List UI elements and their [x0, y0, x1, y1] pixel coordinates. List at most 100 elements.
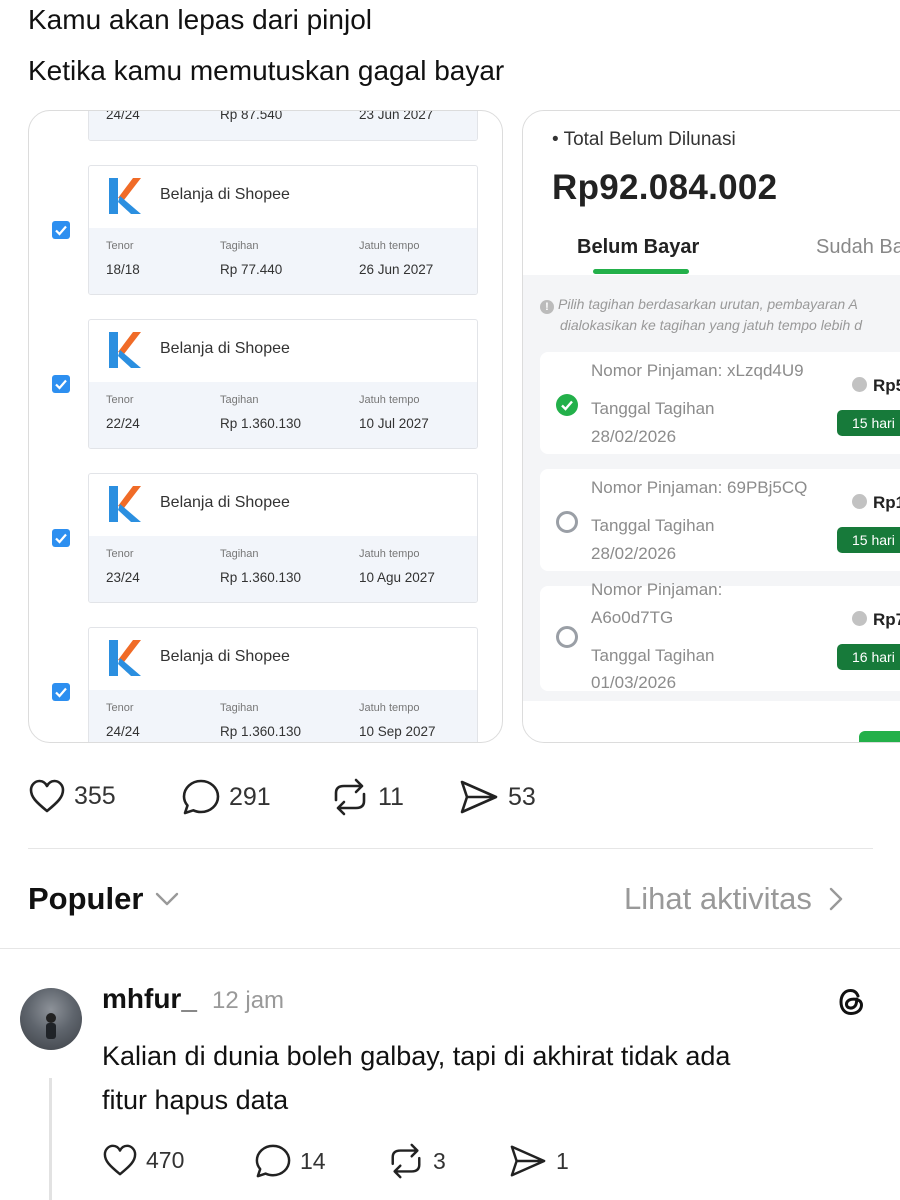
- installment-card[interactable]: Belanja di Shopee Tenor 22/24 Tagihan Rp 1…: [88, 319, 478, 449]
- reply-share-button[interactable]: 1: [508, 1143, 569, 1179]
- repost-count: 11: [378, 782, 404, 811]
- chevron-down-icon: [156, 892, 179, 906]
- installment-card[interactable]: Belanja di Shopee Tenor 18/18 Tagihan Rp 7…: [88, 165, 478, 295]
- hint-line-2: dialokasikan ke tagihan yang jatuh tempo…: [560, 317, 862, 333]
- tab-sudah-bayar[interactable]: Sudah Ba: [816, 236, 900, 259]
- checkbox-checked-icon[interactable]: [52, 683, 70, 701]
- merchant-name: Belanja di Shopee: [160, 340, 290, 357]
- reply-comment-count: 14: [300, 1147, 326, 1174]
- threads-logo-icon[interactable]: [834, 983, 868, 1021]
- divider: [0, 948, 900, 949]
- pay-button[interactable]: [859, 731, 900, 742]
- reply-username[interactable]: mhfur_: [102, 983, 197, 1015]
- jatuh-tempo-value: 10 Jul 2027: [359, 416, 429, 431]
- tagihan-label: Tagihan: [220, 702, 259, 714]
- jatuh-tempo-value: 26 Jun 2027: [359, 262, 434, 277]
- view-activity-link[interactable]: Lihat aktivitas: [624, 881, 843, 917]
- heart-icon: [29, 779, 65, 813]
- tenor-value: 24/24: [106, 724, 140, 739]
- checkbox-checked-icon[interactable]: [52, 221, 70, 239]
- tenor-label: Tenor: [106, 702, 134, 714]
- loan-item[interactable]: Nomor Pinjaman: 69PBj5CQ Tanggal Tagihan…: [540, 469, 900, 571]
- jatuh-tempo-label: Jatuh tempo: [359, 548, 420, 560]
- tagihan-value: Rp 1.360.130: [220, 416, 302, 431]
- repost-icon: [391, 1143, 421, 1179]
- comment-icon: [255, 1144, 291, 1178]
- radio-unselected-icon[interactable]: [556, 626, 578, 648]
- tenor-label: Tenor: [106, 394, 134, 406]
- tenor-label: Tenor: [106, 548, 134, 560]
- loan-amount: Rp1.: [852, 493, 900, 513]
- sort-dropdown[interactable]: Populer: [28, 881, 179, 917]
- reply-like-count: 470: [146, 1146, 185, 1173]
- send-icon: [460, 780, 498, 814]
- loan-item[interactable]: Nomor Pinjaman: A6o0d7TG Tanggal Tagihan…: [540, 580, 900, 692]
- total-label: • Total Belum Dilunasi: [552, 129, 736, 150]
- avatar[interactable]: [20, 988, 82, 1050]
- days-badge: 16 hari: [837, 644, 900, 670]
- allocation-hint: ! Pilih tagihan berdasarkan urutan, pemba…: [540, 294, 900, 336]
- billing-date: 28/02/2026: [591, 544, 677, 563]
- bottom-bar: [523, 701, 900, 742]
- reply-comment-button[interactable]: 14: [254, 1143, 326, 1179]
- reply-repost-count: 3: [433, 1147, 446, 1174]
- like-button[interactable]: 355: [28, 778, 116, 814]
- tagihan-label: Tagihan: [220, 394, 259, 406]
- repost-button[interactable]: 11: [330, 778, 404, 816]
- tagihan-label: Tagihan: [220, 240, 259, 252]
- comment-button[interactable]: 291: [181, 778, 271, 816]
- tenor-value: 23/24: [106, 570, 140, 585]
- repost-icon: [334, 778, 366, 816]
- reply-text: Kalian di dunia boleh galbay, tapi di ak…: [102, 1041, 731, 1115]
- reply-share-count: 1: [556, 1147, 569, 1174]
- installment-card[interactable]: Belanja di Shopee Tenor 24/24 Tagihan Rp 1…: [88, 627, 478, 742]
- total-amount: Rp92.084.002: [552, 168, 778, 207]
- tagihan-value: Rp 1.360.130: [220, 570, 302, 585]
- left-screenshot-image[interactable]: 24/24 Rp 87.540 23 Jun 2027 Belanja di S…: [28, 110, 503, 743]
- post-text-line-2: Ketika kamu memutuskan gagal bayar: [28, 55, 505, 86]
- send-icon: [510, 1145, 546, 1177]
- kredivo-logo-icon: [109, 486, 141, 522]
- loan-number: Nomor Pinjaman: xLzqd4U9: [591, 361, 804, 380]
- help-icon: [852, 377, 867, 392]
- reply-like-button[interactable]: 470: [102, 1143, 184, 1177]
- kredivo-logo-icon: [109, 640, 141, 676]
- tagihan-value: Rp 77.440: [220, 262, 283, 277]
- billing-date: 01/03/2026: [591, 673, 677, 692]
- jatuh-tempo-value: 10 Sep 2027: [359, 724, 436, 739]
- tab-belum-bayar[interactable]: Belum Bayar: [577, 236, 699, 259]
- radio-selected-icon[interactable]: [556, 394, 578, 416]
- jatuh-tempo-label: Jatuh tempo: [359, 702, 420, 714]
- chevron-right-icon: [829, 887, 843, 911]
- tagihan-value: Rp 87.540: [220, 110, 283, 122]
- kredivo-logo-icon: [109, 178, 141, 214]
- tagihan-value: Rp 1.360.130: [220, 724, 302, 739]
- jatuh-tempo-label: Jatuh tempo: [359, 394, 420, 406]
- checkbox-checked-icon[interactable]: [52, 375, 70, 393]
- radio-unselected-icon[interactable]: [556, 511, 578, 533]
- billing-date-label: Tanggal Tagihan: [591, 646, 715, 665]
- days-badge: 15 hari: [837, 410, 900, 436]
- tenor-value: 18/18: [106, 262, 140, 277]
- installment-card[interactable]: Belanja di Shopee Tenor 23/24 Tagihan Rp 1…: [88, 473, 478, 603]
- comment-count: 291: [229, 782, 271, 811]
- loan-amount: Rp7: [852, 610, 900, 630]
- heart-icon: [103, 1144, 137, 1176]
- share-button[interactable]: 53: [458, 778, 536, 816]
- reply-timestamp: 12 jam: [212, 987, 285, 1014]
- installment-card-partial: 24/24 Rp 87.540 23 Jun 2027: [88, 110, 478, 141]
- help-icon: [852, 611, 867, 626]
- post-text-line-1: Kamu akan lepas dari pinjol: [28, 4, 372, 35]
- tenor-value: 22/24: [106, 416, 140, 431]
- like-count: 355: [74, 781, 116, 810]
- loan-item[interactable]: Nomor Pinjaman: xLzqd4U9 Tanggal Tagihan…: [540, 352, 900, 454]
- right-screenshot-image[interactable]: • Total Belum Dilunasi Rp92.084.002 Belu…: [522, 110, 900, 743]
- reply-repost-button[interactable]: 3: [387, 1143, 446, 1179]
- billing-date-label: Tanggal Tagihan: [591, 399, 715, 418]
- merchant-name: Belanja di Shopee: [160, 494, 290, 511]
- hint-line-1: Pilih tagihan berdasarkan urutan, pembay…: [558, 296, 858, 312]
- checkbox-checked-icon[interactable]: [52, 529, 70, 547]
- balance-header: • Total Belum Dilunasi Rp92.084.002 Belu…: [523, 111, 900, 275]
- sort-label: Populer: [28, 881, 144, 916]
- days-badge: 15 hari: [837, 527, 900, 553]
